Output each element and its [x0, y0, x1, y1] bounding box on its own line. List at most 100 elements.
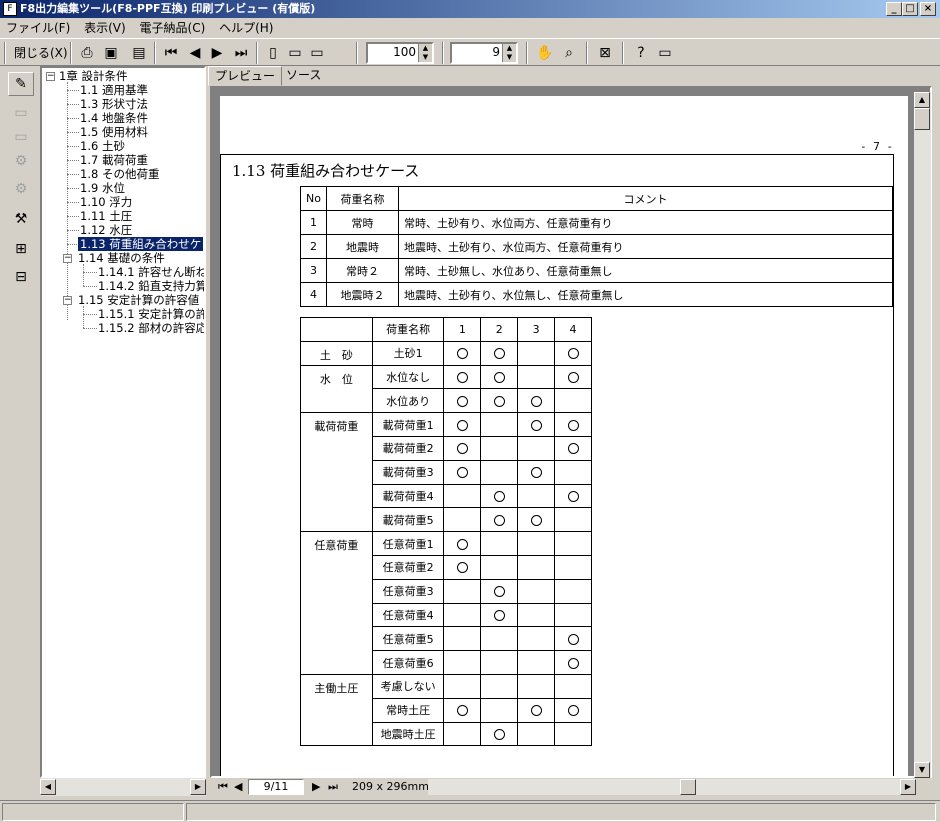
load-case-table: No 荷重名称 コメント 1 常時 常時、土砂有り、水位両方、任意荷重有り 2 …	[300, 186, 894, 307]
zoom-spin-icon[interactable]: ▲ ▼	[418, 44, 432, 62]
magnifier-icon[interactable]: ⌕	[558, 42, 580, 64]
zoom-stepper[interactable]: 100 ▲ ▼	[366, 42, 434, 64]
collapse-icon[interactable]: −	[63, 296, 72, 305]
tree-node[interactable]: 1.7 載荷荷重	[80, 153, 148, 167]
scroll-right-icon[interactable]: ▶	[900, 779, 916, 795]
tree-node[interactable]: 1.5 使用材料	[80, 125, 148, 139]
scroll-thumb[interactable]	[914, 108, 930, 130]
export-icon[interactable]: ▤	[128, 42, 150, 64]
col-header: コメント	[397, 186, 894, 211]
table-row: 3 常時２ 常時、土砂無し、水位あり、任意荷重無し	[300, 258, 894, 283]
tree-node[interactable]: 1.12 水圧	[80, 223, 132, 237]
fit-page-icon[interactable]: ⊠	[594, 42, 616, 64]
viewer-vertical-scrollbar[interactable]: ▲ ▼	[914, 92, 931, 778]
close-preview-button[interactable]: 閉じる(X)	[10, 42, 72, 64]
last-page-icon[interactable]: ⏭	[230, 42, 252, 64]
first-page-icon[interactable]: ⏮	[160, 42, 182, 64]
tree-list-icon[interactable]: ⊟	[8, 266, 34, 290]
tree-node[interactable]: 1.8 その他荷重	[80, 167, 159, 181]
page-stepper[interactable]: 9 ▲ ▼	[450, 42, 518, 64]
prev-page-small-icon[interactable]: ◀	[234, 778, 242, 796]
tree-node[interactable]: 1.15.2 部材の許容応	[98, 321, 204, 335]
scroll-up-icon[interactable]: ▲	[914, 92, 930, 108]
scroll-down-icon[interactable]: ▼	[914, 762, 930, 778]
case-cell	[480, 578, 519, 604]
case-cell	[517, 388, 556, 414]
page-navigation-bar: ⏮ ◀ 9/11 ▶ ⏭ 209 x 296mm ▶	[208, 778, 932, 796]
tree-horizontal-scrollbar[interactable]: ◀ ▶	[40, 778, 206, 796]
included-circle-icon	[493, 395, 505, 407]
table-row: 土 砂土砂1	[300, 340, 592, 366]
first-page-small-icon[interactable]: ⏮	[218, 778, 228, 796]
tree-node[interactable]: 1.1 適用基準	[80, 83, 148, 97]
tree-node[interactable]: 1.3 形状寸法	[80, 97, 148, 111]
status-bar	[0, 800, 940, 822]
tree-node[interactable]: 1.6 土砂	[80, 139, 125, 153]
col-header: 4	[554, 317, 592, 342]
cell-no: 2	[300, 234, 327, 259]
case-cell	[443, 626, 482, 652]
case-cell	[517, 554, 556, 580]
collapse-icon[interactable]: −	[46, 72, 55, 81]
viewer-horizontal-scrollbar[interactable]: ▶	[428, 779, 916, 795]
next-page-icon[interactable]: ▶	[206, 42, 228, 64]
tree-node[interactable]: 1.9 水位	[80, 181, 125, 195]
prev-page-icon[interactable]: ◀	[184, 42, 206, 64]
help-icon[interactable]: ?	[630, 42, 652, 64]
two-page-icon[interactable]: ▭	[284, 42, 306, 64]
tab-preview[interactable]: プレビュー	[208, 66, 283, 86]
table-row: 1 常時 常時、土砂有り、水位両方、任意荷重有り	[300, 210, 894, 235]
case-cell	[517, 578, 556, 604]
tree-node[interactable]: 1.15.1 安定計算の許	[98, 307, 204, 321]
case-cell	[443, 388, 482, 414]
page-spin-icon[interactable]: ▲ ▼	[502, 44, 516, 62]
tree-node-group[interactable]: 1.15 安定計算の許容値	[78, 293, 199, 307]
close-window-button[interactable]: ×	[920, 2, 936, 16]
multi-page-icon[interactable]: ▭	[306, 42, 328, 64]
tree-node[interactable]: 1.4 地盤条件	[80, 111, 148, 125]
page-indicator[interactable]: 9/11	[248, 779, 304, 795]
load-name-cell: 任意荷重6	[371, 650, 445, 675]
tool-settings-icon[interactable]: ⚒	[8, 208, 34, 232]
print-icon[interactable]: ⎙	[76, 42, 98, 64]
tree-node-group[interactable]: 1.14 基礎の条件	[78, 251, 165, 265]
collapse-icon[interactable]: −	[63, 254, 72, 263]
hscroll-thumb[interactable]	[680, 779, 696, 795]
status-panel	[2, 803, 184, 821]
tree-node-selected[interactable]: 1.13 荷重組み合わせケ	[78, 237, 204, 251]
scroll-left-icon[interactable]: ◀	[40, 779, 56, 795]
case-cell	[517, 435, 556, 461]
maximize-button[interactable]: □	[902, 2, 918, 16]
case-cell	[517, 412, 556, 437]
tree-node[interactable]: 1.11 土圧	[80, 209, 132, 223]
included-circle-icon	[567, 371, 579, 383]
col-header: 3	[517, 317, 556, 342]
last-page-small-icon[interactable]: ⏭	[328, 778, 338, 796]
cell-comment: 常時、土砂有り、水位両方、任意荷重有り	[397, 210, 894, 235]
tree-node[interactable]: 1.14.1 許容せん断ね	[98, 265, 204, 279]
single-page-icon[interactable]: ▯	[262, 42, 284, 64]
tab-source[interactable]: ソース	[280, 66, 327, 86]
save-icon[interactable]: ▣	[100, 42, 122, 64]
tree-node[interactable]: 1.10 浮力	[80, 195, 132, 209]
menu-view[interactable]: 表示(V)	[80, 18, 130, 38]
included-circle-icon	[567, 490, 579, 502]
tree-node[interactable]: 1.14.2 鉛直支持力算	[98, 279, 204, 293]
col-header: 2	[480, 317, 519, 342]
tree-node-chapter1[interactable]: 1章 設計条件	[59, 69, 127, 83]
included-circle-icon	[493, 728, 505, 740]
menu-electronic-delivery[interactable]: 電子納品(C)	[136, 18, 210, 38]
scroll-right-icon[interactable]: ▶	[190, 779, 206, 795]
info-card-icon[interactable]: ▭	[654, 42, 676, 64]
menu-file[interactable]: ファイル(F)	[2, 18, 74, 38]
case-cell	[480, 412, 519, 437]
next-page-small-icon[interactable]: ▶	[312, 778, 320, 796]
hand-icon[interactable]: ✋	[534, 42, 556, 64]
included-circle-icon	[530, 419, 542, 431]
preview-viewport[interactable]: - 7 - 1.13 荷重組み合わせケース No 荷重名称 コメント 1 常時 …	[210, 86, 932, 778]
left-tool-strip: ✎ ▭ ▭ ⚙ ⚙ ⚒ ⊞ ⊟	[4, 68, 36, 798]
pen-icon[interactable]: ✎	[8, 72, 34, 96]
menu-help[interactable]: ヘルプ(H)	[215, 18, 277, 38]
minimize-button[interactable]: _	[886, 2, 902, 16]
tree-structure-icon[interactable]: ⊞	[8, 238, 34, 262]
